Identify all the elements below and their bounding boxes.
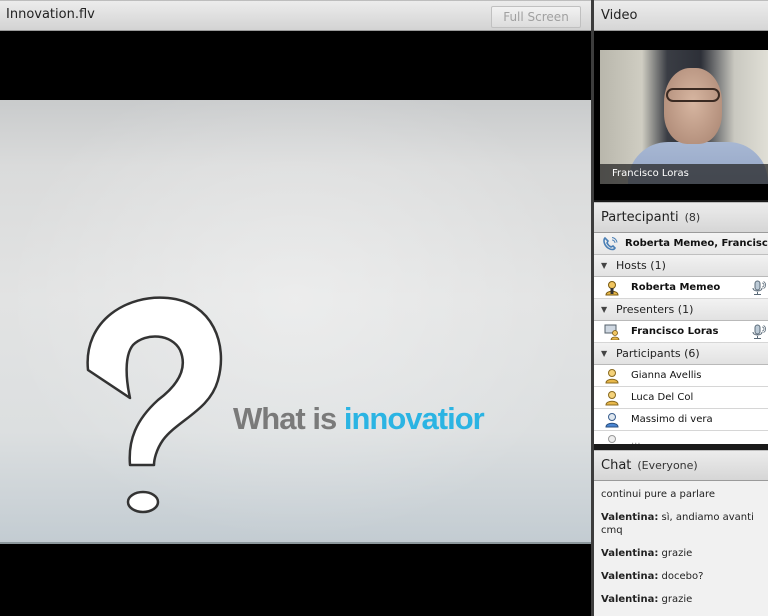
microphone-icon[interactable] (750, 324, 766, 340)
group-label: Participants (6) (616, 347, 700, 360)
chat-message: Valentina: sì, andiamo avanti cmq (601, 511, 762, 537)
video-pod-title: Video (601, 8, 638, 23)
chat-message: Valentina: docebo? (601, 570, 762, 583)
slide-headline: What is innovatior (233, 401, 485, 437)
attendees-pod-header: Partecipanti (8) (594, 202, 768, 233)
host-icon (605, 281, 619, 296)
participant-icon (605, 391, 619, 406)
chat-sender: Valentina: (601, 512, 659, 523)
user-name: ... (631, 436, 641, 444)
user-name: Massimo di vera (631, 414, 713, 425)
chat-sender: Valentina: (601, 571, 659, 582)
video-pod-header: Video (594, 0, 768, 31)
chat-message: Valentina: grazie (601, 593, 762, 606)
user-name: Luca Del Col (631, 392, 694, 403)
group-label: Hosts (1) (616, 259, 666, 272)
chat-message: Valentina: grazie (601, 547, 762, 560)
collapse-triangle-icon[interactable]: ▼ (601, 343, 607, 364)
user-row[interactable]: Massimo di vera (594, 409, 768, 431)
webcam-person-head (664, 68, 722, 144)
participant-icon (605, 369, 619, 384)
chat-message: continui pure a parlare (601, 488, 762, 501)
share-pod-title: Innovation.flv (6, 7, 95, 22)
user-name: Roberta Memeo (631, 282, 721, 293)
user-row[interactable]: Francisco Loras (594, 321, 768, 343)
webcam-caption: Francisco Loras (600, 164, 768, 184)
chat-pod-header: Chat (Everyone) (594, 450, 768, 481)
participant-icon (608, 435, 616, 443)
group-hosts[interactable]: ▼ Hosts (1) (594, 255, 768, 277)
chat-title-wrap: Chat (Everyone) (601, 458, 698, 473)
user-name: Francisco Loras (631, 326, 719, 337)
full-screen-button[interactable]: Full Screen (491, 6, 581, 28)
share-pod: Innovation.flv Full Screen What is innov… (0, 0, 591, 616)
chat-title: Chat (601, 458, 632, 473)
user-row[interactable]: ... (594, 431, 768, 444)
slide-text-prefix: What is (233, 401, 337, 436)
group-presenters[interactable]: ▼ Presenters (1) (594, 299, 768, 321)
group-participants[interactable]: ▼ Participants (6) (594, 343, 768, 365)
chat-text: grazie (661, 594, 693, 605)
attendees-count: (8) (684, 211, 701, 224)
question-mark-graphic (86, 296, 223, 514)
chat-pod: Chat (Everyone) continui pure a parlare V… (594, 450, 768, 616)
microphone-icon[interactable] (750, 280, 766, 296)
user-name: Gianna Avellis (631, 370, 702, 381)
phone-connected-row[interactable]: Roberta Memeo, Francisco L... (594, 233, 768, 255)
right-column: Video Francisco Loras Partecipanti (8) Ro… (594, 0, 768, 616)
webcam-feed[interactable]: Francisco Loras (600, 50, 768, 184)
phone-icon (603, 236, 618, 251)
video-player[interactable]: What is innovatior (0, 100, 591, 544)
presenter-icon (604, 324, 620, 340)
chat-messages: continui pure a parlare Valentina: sì, a… (594, 481, 768, 606)
collapse-triangle-icon[interactable]: ▼ (601, 299, 607, 320)
attendees-pod-title: Partecipanti (601, 210, 679, 225)
share-pod-header: Innovation.flv Full Screen (0, 0, 591, 31)
slide-text-highlight: innovatior (343, 401, 485, 436)
attendees-pod-title-wrap: Partecipanti (8) (601, 210, 700, 225)
user-row[interactable]: Luca Del Col (594, 387, 768, 409)
chat-sender: Valentina: (601, 548, 659, 559)
webcam-person-glasses (666, 88, 720, 102)
collapse-triangle-icon[interactable]: ▼ (601, 255, 607, 276)
phone-row-label: Roberta Memeo, Francisco L... (625, 238, 768, 249)
guest-participant-icon (605, 413, 619, 428)
user-row[interactable]: Gianna Avellis (594, 365, 768, 387)
chat-text: docebo? (661, 571, 704, 582)
connect-meeting-room: Innovation.flv Full Screen What is innov… (0, 0, 768, 616)
group-label: Presenters (1) (616, 303, 694, 316)
chat-scope[interactable]: (Everyone) (637, 459, 697, 472)
attendees-pod: Partecipanti (8) Roberta Memeo, Francisco… (594, 202, 768, 444)
video-pod: Video Francisco Loras (594, 0, 768, 200)
chat-text: grazie (661, 548, 693, 559)
chat-sender: Valentina: (601, 594, 659, 605)
chat-text: continui pure a parlare (601, 489, 716, 500)
user-row[interactable]: Roberta Memeo (594, 277, 768, 299)
